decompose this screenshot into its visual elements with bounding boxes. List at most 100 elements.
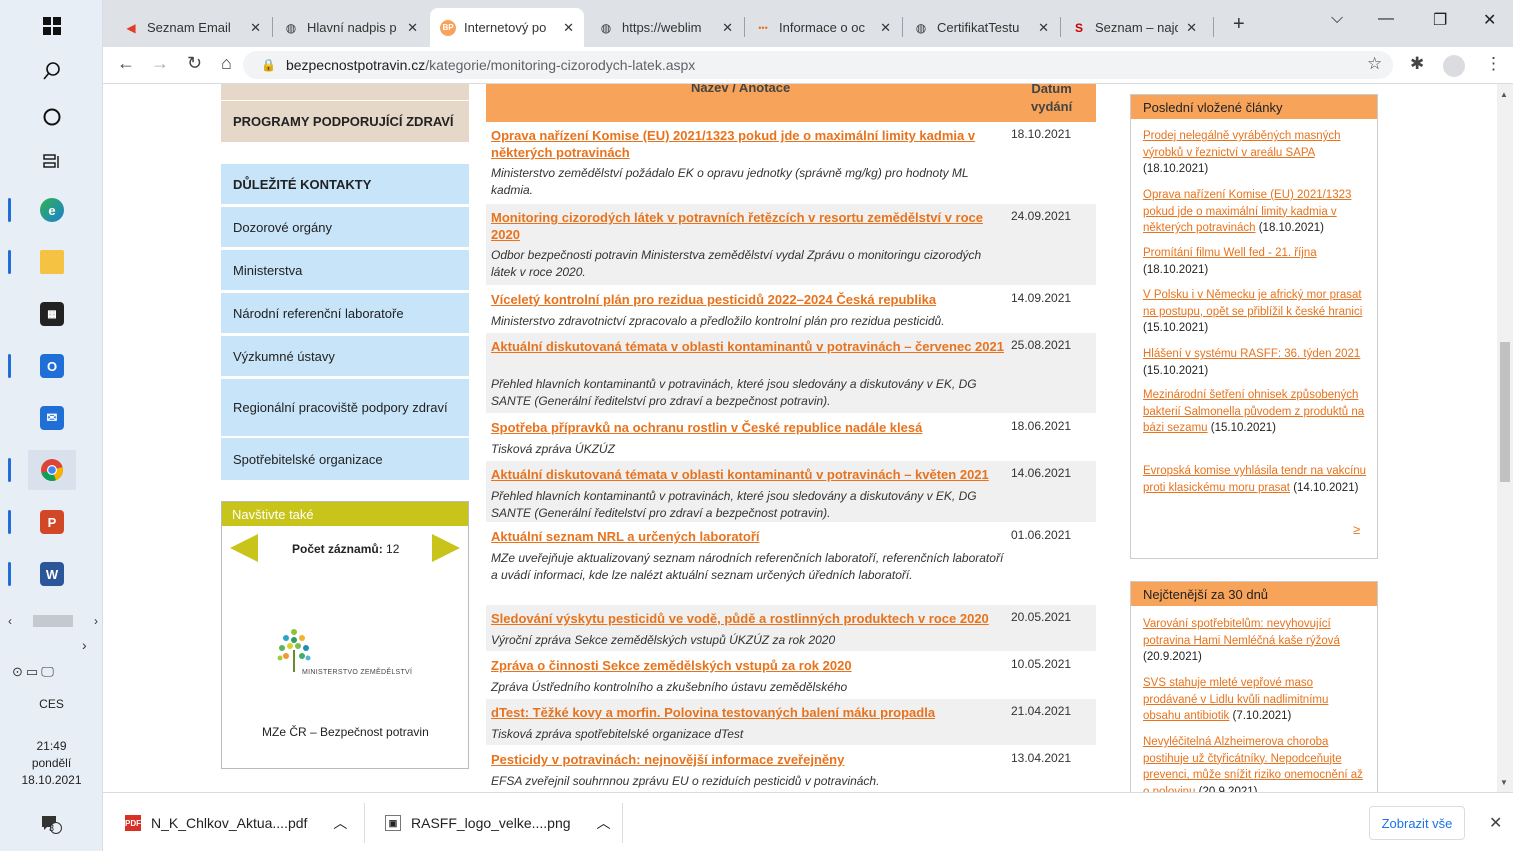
article-title-link[interactable]: Aktuální seznam NRL a určených laboratoř… [491, 528, 1006, 545]
article-title-link[interactable]: Zpráva o činnosti Sekce zemědělských vst… [491, 657, 1006, 674]
chevron-right-icon[interactable]: › [82, 637, 87, 653]
meet-now-icon[interactable]: ⊙ [12, 664, 26, 679]
taskbar-scrollbar[interactable]: ‹ › [8, 613, 98, 629]
bookmark-star-icon[interactable]: ☆ [1367, 54, 1382, 74]
network-icon[interactable]: 🖵 [41, 664, 57, 679]
article-date: 14.06.2021 [1011, 466, 1072, 480]
tab-internetovy-portal[interactable]: BP Internetový po ✕ [430, 8, 584, 47]
sidebar-item-ministerstva[interactable]: Ministerstva [221, 250, 469, 290]
article-title-link[interactable]: dTest: Těžké kovy a morfin. Polovina tes… [491, 704, 1006, 721]
windows-start-icon[interactable] [28, 6, 76, 46]
tab-search-icon[interactable]: ⌵ [1331, 10, 1343, 28]
sidebar-item-programy[interactable]: PROGRAMY PODPORUJÍCÍ ZDRAVÍ [221, 101, 469, 142]
lock-icon[interactable]: 🔒 [261, 58, 276, 72]
article-title-link[interactable]: Spotřeba přípravků na ochranu rostlin v … [491, 419, 1006, 436]
outlook-icon[interactable]: O [8, 346, 76, 386]
mze-caption[interactable]: MZe ČR – Bezpečnost potravin [262, 725, 429, 739]
scroll-down-icon[interactable]: ▼ [1500, 778, 1508, 787]
close-tab-icon[interactable]: ✕ [880, 20, 891, 36]
reload-icon[interactable]: ↻ [187, 53, 202, 74]
mail-icon[interactable]: ✉ [28, 398, 76, 438]
sidebar-article-link[interactable]: Hlášení v systému RASFF: 36. týden 2021 [1143, 348, 1360, 360]
article-title-link[interactable]: Sledování výskytu pesticidů ve vodě, půd… [491, 610, 1006, 627]
article-title-link[interactable]: Monitoring cizorodých látek v potravních… [491, 209, 1006, 243]
taskbar-scroll-thumb[interactable] [33, 615, 73, 627]
sidebar-article-link[interactable]: Nevyléčitelná Alzheimerova choroba posti… [1143, 736, 1363, 792]
battery-icon[interactable]: ▭ [26, 664, 41, 679]
sidebar-item-dozorove-organy[interactable]: Dozorové orgány [221, 207, 469, 247]
page-scrollbar[interactable]: ▲ ▼ [1497, 84, 1513, 792]
edge-icon[interactable]: e [8, 190, 76, 230]
forward-icon[interactable]: → [151, 53, 169, 74]
system-tray[interactable]: ⊙▭🖵 [12, 664, 96, 680]
tab-certifikat[interactable]: ◍ CertifikatTestu ✕ [903, 8, 1059, 47]
article-title-link[interactable]: Aktuální diskutovaná témata v oblasti ko… [491, 466, 1006, 483]
close-tab-icon[interactable]: ✕ [407, 20, 418, 36]
restore-icon[interactable]: ❐ [1433, 10, 1447, 30]
chrome-icon[interactable] [8, 450, 76, 490]
close-download-bar-icon[interactable]: ✕ [1489, 813, 1502, 833]
scroll-right-icon[interactable]: › [94, 614, 98, 628]
clock-day[interactable]: pondělí [0, 755, 103, 772]
sidebar-item-spotrebitelske[interactable]: Spotřebitelské organizace [221, 438, 469, 480]
notifications-icon[interactable]: 3 [28, 805, 76, 845]
next-arrow-icon[interactable] [432, 534, 460, 562]
notification-count: 3 [49, 823, 55, 833]
article-date: 18.10.2021 [1011, 127, 1072, 141]
show-all-downloads-button[interactable]: Zobrazit vše [1369, 806, 1465, 840]
article-title-link[interactable]: Víceletý kontrolní plán pro rezidua pest… [491, 291, 1006, 308]
word-icon[interactable]: W [8, 554, 76, 594]
close-tab-icon[interactable]: ✕ [1038, 20, 1049, 36]
store-icon[interactable]: ▦ [28, 294, 76, 334]
records-value: 12 [386, 542, 400, 556]
home-icon[interactable]: ⌂ [221, 53, 232, 74]
page-scroll-thumb[interactable] [1500, 342, 1510, 482]
tab-seznam-email[interactable]: ◀ Seznam Email ✕ [113, 8, 271, 47]
new-tab-button[interactable]: + [1233, 13, 1245, 36]
chevron-up-icon[interactable]: ︿ [333, 813, 347, 833]
file-explorer-icon[interactable] [8, 242, 76, 282]
mze-logo[interactable]: MINISTERSTVO ZEMĚDĚLSTVÍ [272, 622, 422, 682]
more-articles-link[interactable]: ≥ [1353, 522, 1360, 537]
close-tab-icon[interactable]: ✕ [563, 20, 574, 36]
browser-toolbar: ← → ↻ ⌂ 🔒 bezpecnostpotravin.cz/kategorie… [103, 47, 1513, 84]
sidebar-article-link[interactable]: Prodej nelegálně vyráběných masných výro… [1143, 130, 1341, 159]
input-language[interactable]: CES [0, 696, 103, 713]
search-icon[interactable] [28, 51, 76, 91]
menu-dots-icon[interactable]: ⋮ [1485, 54, 1502, 74]
profile-avatar[interactable] [1443, 55, 1465, 77]
address-bar[interactable]: 🔒 bezpecnostpotravin.cz/kategorie/monitor… [243, 51, 1393, 79]
tab-hlavni-nadpis[interactable]: ◍ Hlavní nadpis p ✕ [273, 8, 428, 47]
clock-time[interactable]: 21:49 [0, 738, 103, 755]
cortana-icon[interactable] [28, 97, 76, 137]
article-title-link[interactable]: Pesticidy v potravinách: nejnovější info… [491, 751, 1006, 768]
clock-date[interactable]: 18.10.2021 [0, 772, 103, 789]
prev-arrow-icon[interactable] [230, 534, 258, 562]
sidebar-item-kontakty[interactable]: DŮLEŽITÉ KONTAKTY [221, 164, 469, 204]
sidebar-article-link[interactable]: V Polsku i v Německu je africký mor pras… [1143, 289, 1362, 318]
close-window-icon[interactable]: ✕ [1483, 10, 1496, 30]
sidebar-item-vyzkumne-ustavy[interactable]: Výzkumné ústavy [221, 336, 469, 376]
powerpoint-icon[interactable]: P [8, 502, 76, 542]
tab-informace[interactable]: ••• Informace o oc ✕ [745, 8, 901, 47]
close-tab-icon[interactable]: ✕ [722, 20, 733, 36]
scroll-left-icon[interactable]: ‹ [8, 614, 12, 628]
chevron-up-icon[interactable]: ︿ [597, 813, 611, 833]
article-title-link[interactable]: Aktuální diskutovaná témata v oblasti ko… [491, 338, 1006, 355]
sidebar-item-regionalni[interactable]: Regionální pracoviště podpory zdraví [221, 379, 469, 436]
download-item-pdf[interactable]: PDF N_K_Chlkov_Aktua....pdf ︿ [125, 813, 347, 833]
article-title-link[interactable]: Oprava nařízení Komise (EU) 2021/1323 po… [491, 127, 1006, 161]
close-tab-icon[interactable]: ✕ [250, 20, 261, 36]
tab-weblim[interactable]: ◍ https://weblim ✕ [588, 8, 743, 47]
back-icon[interactable]: ← [117, 53, 135, 74]
sidebar-article-link[interactable]: Varování spotřebitelům: nevyhovující pot… [1143, 618, 1340, 647]
minimize-icon[interactable]: — [1378, 10, 1394, 28]
close-tab-icon[interactable]: ✕ [1186, 20, 1197, 36]
scroll-up-icon[interactable]: ▲ [1500, 90, 1508, 99]
tab-seznam-search[interactable]: S Seznam – najd ✕ [1061, 8, 1207, 47]
sidebar-article-link[interactable]: Promítání filmu Well fed - 21. října [1143, 247, 1317, 259]
sidebar-item-nrl[interactable]: Národní referenční laboratoře [221, 293, 469, 333]
download-item-png[interactable]: ▣ RASFF_logo_velke....png ︿ [385, 813, 611, 833]
task-view-icon[interactable] [28, 142, 76, 182]
extensions-icon[interactable]: ✱ [1410, 54, 1424, 74]
